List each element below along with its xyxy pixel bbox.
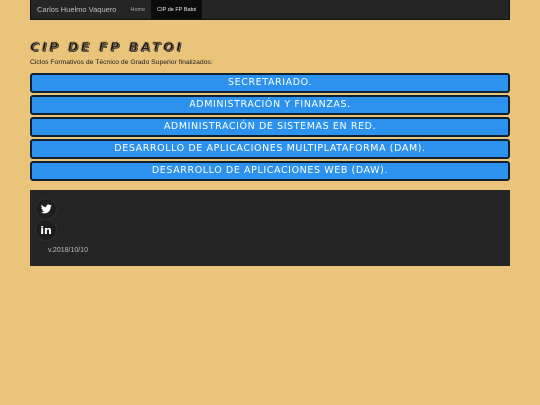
nav-link-cip-batoi[interactable]: CIP de FP Batoi [151,0,203,19]
twitter-link[interactable] [36,199,56,219]
footer: in v.2018/10/10 [30,190,510,266]
nav-link-home[interactable]: Home [124,0,151,19]
cycle-list: SECRETARIADO. ADMINISTRACIÓN Y FINANZAS.… [30,73,510,183]
brand-link[interactable]: Carlos Huelmo Vaquero [31,0,124,19]
cycle-button-secretariado[interactable]: SECRETARIADO. [30,73,510,93]
cycle-button-dam[interactable]: DESARROLLO DE APLICACIONES MULTIPLATAFOR… [30,139,510,159]
page-title: CIP DE FP BATOI [30,39,184,54]
cycle-button-administracion-sistemas[interactable]: ADMINISTRACIÓN DE SISTEMAS EN RED. [30,117,510,137]
linkedin-icon: in [40,223,52,237]
cycle-button-administracion-finanzas[interactable]: ADMINISTRACIÓN Y FINANZAS. [30,95,510,115]
linkedin-link[interactable]: in [36,220,56,240]
page-subtitle: Ciclos Formativos de Técnico de Grado Su… [30,59,213,66]
version-label: v.2018/10/10 [48,247,88,254]
twitter-icon [40,204,52,214]
top-navbar: Carlos Huelmo Vaquero Home CIP de FP Bat… [30,0,510,20]
cycle-button-daw[interactable]: DESARROLLO DE APLICACIONES WEB (DAW). [30,161,510,181]
